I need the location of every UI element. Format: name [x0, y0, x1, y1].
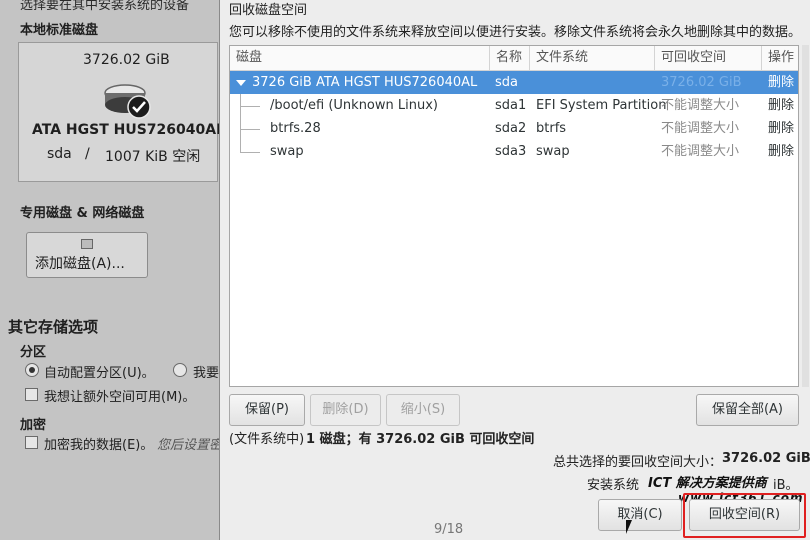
- row-disk: /boot/efi (Unknown Linux): [270, 98, 438, 113]
- highlight-box: [683, 493, 806, 538]
- delete-button[interactable]: 删除(D): [310, 394, 381, 426]
- row-disk: 3726 GiB ATA HGST HUS726040AL: [252, 75, 478, 90]
- row-reclaimable: 不能调整大小: [661, 98, 740, 113]
- install-space-label: 安装系统: [587, 478, 640, 493]
- row-name: sda3: [495, 144, 527, 159]
- reclaim-space-dialog: 回收磁盘空间 您可以移除不使用的文件系统来释放空间以便进行安装。移除文件系统将会…: [219, 0, 810, 540]
- add-disk-button[interactable]: 添加磁盘(A)...: [26, 232, 148, 278]
- table-row[interactable]: btrfs.28 sda2 btrfs 不能调整大小 删除: [230, 117, 798, 140]
- total-selected-label: 总共选择的要回收空间大小：: [553, 455, 723, 470]
- encrypt-data-label: 加密我的数据(E)。: [44, 438, 154, 453]
- cancel-button[interactable]: 取消(C): [598, 499, 682, 531]
- column-header-action[interactable]: 操作: [762, 46, 798, 71]
- row-disk: btrfs.28: [270, 121, 321, 136]
- manual-partition-label: 我要: [193, 366, 220, 381]
- encrypt-checkbox[interactable]: [25, 436, 38, 449]
- device-selection-header: 选择要在其中安装系统的设备: [20, 0, 190, 13]
- row-reclaimable: 不能调整大小: [661, 121, 740, 136]
- disk-size: 3726.02 GiB: [83, 52, 170, 68]
- hard-disk-icon: [104, 84, 151, 119]
- extra-space-label: 我想让额外空间可用(M)。: [44, 390, 196, 405]
- mouse-cursor-icon: [626, 520, 632, 534]
- shrink-button[interactable]: 缩小(S): [386, 394, 460, 426]
- partition-label: 分区: [20, 345, 47, 360]
- other-options-title: 其它存储选项: [8, 318, 99, 336]
- disk-tree[interactable]: 磁盘 名称 文件系统 可回收空间 操作 3726 GiB ATA HGST HU…: [229, 45, 799, 387]
- row-action[interactable]: 删除: [768, 140, 794, 163]
- encrypt-label: 加密: [20, 418, 47, 433]
- table-row[interactable]: /boot/efi (Unknown Linux) sda1 EFI Syste…: [230, 94, 798, 117]
- extra-space-checkbox[interactable]: [25, 388, 38, 401]
- column-header-reclaimable[interactable]: 可回收空间: [655, 46, 762, 71]
- row-action[interactable]: 删除: [768, 94, 794, 117]
- summary-text: 1 磁盘；有 3726.02 GiB 可回收空间: [306, 432, 535, 447]
- auto-partition-radio[interactable]: [25, 363, 39, 377]
- row-name: sda2: [495, 121, 527, 136]
- row-disk: swap: [270, 144, 304, 159]
- row-reclaimable: 3726.02 GiB: [661, 75, 742, 90]
- dialog-description: 您可以移除不使用的文件系统来释放空间以便进行安装。移除文件系统将会永久地删除其中…: [229, 25, 802, 40]
- column-header-disk[interactable]: 磁盘: [230, 46, 490, 71]
- disk-model: ATA HGST HUS726040AL: [32, 122, 226, 138]
- watermark-text: ICT 解决方案提供商: [648, 476, 767, 491]
- disk-free-space: 1007 KiB 空闲: [105, 149, 201, 165]
- row-filesystem: EFI System Partition: [536, 98, 667, 113]
- row-reclaimable: 不能调整大小: [661, 144, 740, 159]
- add-disk-label: 添加磁盘(A)...: [35, 256, 125, 272]
- disk-name: sda: [47, 146, 72, 162]
- disk-card[interactable]: 3726.02 GiB ATA HGST HUS726040AL sda / 1…: [18, 42, 225, 182]
- manual-partition-radio[interactable]: [173, 363, 187, 377]
- special-disks-label: 专用磁盘 & 网络磁盘: [20, 206, 145, 221]
- dialog-title: 回收磁盘空间: [229, 3, 308, 18]
- row-filesystem: btrfs: [536, 121, 567, 136]
- disk-separator: /: [85, 146, 90, 162]
- row-filesystem: swap: [536, 144, 570, 159]
- expander-icon[interactable]: [236, 80, 246, 86]
- row-action[interactable]: 删除: [768, 71, 794, 94]
- row-name: sda: [495, 75, 518, 90]
- page-number: 9/18: [434, 522, 464, 537]
- dialog-scrollbar[interactable]: [802, 45, 809, 387]
- column-header-name[interactable]: 名称: [490, 46, 530, 71]
- row-action[interactable]: 删除: [768, 117, 794, 140]
- preserve-button[interactable]: 保留(P): [229, 394, 305, 426]
- auto-partition-label: 自动配置分区(U)。: [44, 366, 155, 381]
- column-header-filesystem[interactable]: 文件系统: [530, 46, 655, 71]
- local-disks-label: 本地标准磁盘: [20, 23, 99, 38]
- preserve-all-button[interactable]: 保留全部(A): [696, 394, 799, 426]
- row-name: sda1: [495, 98, 527, 113]
- table-row[interactable]: 3726 GiB ATA HGST HUS726040AL sda 3726.0…: [230, 71, 798, 94]
- total-selected-value: 3726.02 GiB: [722, 451, 810, 466]
- encrypt-hint: 您后设置密: [157, 438, 223, 453]
- summary-prefix: (文件系统中): [229, 432, 305, 447]
- disk-icon: [81, 239, 93, 249]
- table-row[interactable]: swap sda3 swap 不能调整大小 删除: [230, 140, 798, 163]
